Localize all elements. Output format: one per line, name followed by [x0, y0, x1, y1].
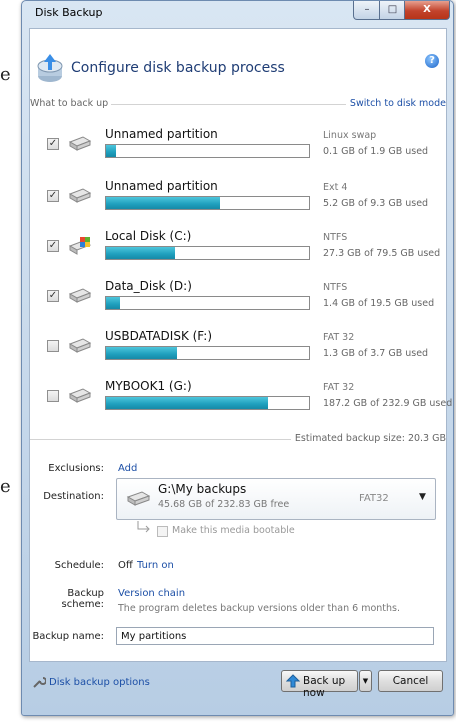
maximize-button[interactable]: □ [379, 1, 406, 20]
partition-usage-bar [105, 346, 310, 360]
hard-drive-icon [68, 188, 92, 203]
estimated-backup-size: Estimated backup size: 20.3 GB [290, 433, 446, 444]
partition-checkbox[interactable] [47, 390, 59, 402]
hard-drive-icon [68, 388, 92, 403]
partition-usage-bar [105, 396, 310, 410]
dropdown-arrow-icon[interactable]: ▼ [419, 492, 426, 502]
partition-used-space: 0.1 GB of 1.9 GB used [323, 146, 429, 157]
backup-name-input[interactable]: My partitions [116, 627, 434, 645]
partition-row[interactable]: USBDATADISK (F:) FAT 32 1.3 GB of 3.7 GB u… [30, 329, 446, 375]
hard-drive-icon [68, 338, 92, 353]
estimated-size-label: Estimated backup size: [294, 433, 405, 444]
close-button[interactable]: X [404, 1, 450, 20]
back-up-now-label: Back up now [303, 675, 346, 699]
back-up-now-button[interactable]: Back up now [281, 670, 358, 699]
wrench-icon [33, 677, 46, 688]
partition-name: Unnamed partition [105, 127, 218, 141]
window-title: Disk Backup [35, 6, 103, 19]
disk-backup-options-link[interactable]: Disk backup options [49, 677, 150, 688]
page-title: Configure disk backup process [71, 60, 285, 76]
partition-row[interactable]: MYBOOK1 (G:) FAT 32 187.2 GB of 232.9 GB u… [30, 379, 452, 425]
partition-usage-bar [105, 246, 310, 260]
partition-name: USBDATADISK (F:) [105, 329, 213, 343]
partition-filesystem: Ext 4 [323, 182, 348, 193]
exclusions-label: Exclusions: [48, 463, 104, 474]
partition-row[interactable]: ✓ Data_Disk (D:) NTFS 1.4 GB of 19.5 GB use… [30, 279, 446, 325]
partition-filesystem: FAT 32 [323, 332, 355, 343]
partition-usage-bar [105, 144, 310, 158]
partition-row[interactable]: ✓ Unnamed partition Linux swap 0.1 GB of 1.… [30, 127, 446, 173]
destination-free-space: 45.68 GB of 232.83 GB free [158, 499, 290, 510]
partition-checkbox[interactable]: ✓ [47, 190, 59, 202]
partition-name: Local Disk (C:) [105, 229, 192, 243]
hard-drive-icon [126, 491, 151, 506]
partition-used-space: 1.4 GB of 19.5 GB used [323, 298, 435, 309]
minimize-button[interactable]: – [353, 1, 381, 20]
indent-arrow-icon [137, 521, 150, 533]
partition-usage-fill [106, 247, 175, 259]
destination-path: G:\My backups [158, 482, 247, 496]
schedule-status: Off [118, 560, 133, 571]
estimated-size-value: 20.3 GB [407, 433, 446, 444]
partition-usage-fill [106, 297, 120, 309]
partition-checkbox[interactable]: ✓ [47, 290, 59, 302]
partition-name: MYBOOK1 (G:) [105, 379, 192, 393]
footer: Disk backup options Back up now ▼ Cancel [29, 661, 445, 709]
version-chain-link[interactable]: Version chain [118, 588, 185, 599]
bootable-checkbox[interactable] [157, 526, 168, 537]
add-exclusions-link[interactable]: Add [118, 463, 137, 474]
backup-name-label: Backup name: [32, 631, 104, 642]
partition-usage-fill [106, 347, 177, 359]
windows-drive-icon [68, 237, 92, 255]
partition-row[interactable]: ✓ Unnamed partition Ext 4 5.2 GB of 9.3 GB … [30, 179, 446, 225]
partition-filesystem: FAT 32 [323, 382, 355, 393]
title-bar: Disk Backup – □ X [22, 1, 453, 23]
background-text-fragment: e [0, 476, 11, 497]
partition-filesystem: Linux swap [323, 130, 377, 141]
partition-usage-fill [106, 145, 116, 157]
partition-usage-bar [105, 296, 310, 310]
what-to-back-up-label: What to back up [30, 98, 112, 109]
cancel-label: Cancel [392, 675, 429, 687]
dialog-content: Configure disk backup process ? What to … [29, 28, 452, 662]
bootable-label: Make this media bootable [172, 525, 295, 536]
partition-checkbox[interactable] [47, 340, 59, 352]
partition-filesystem: NTFS [323, 282, 348, 293]
partition-filesystem: NTFS [323, 232, 348, 243]
backup-scheme-note: The program deletes backup versions olde… [118, 603, 401, 614]
destination-select[interactable]: G:\My backups 45.68 GB of 232.83 GB free… [116, 478, 436, 520]
background-text-fragment: e [0, 64, 11, 85]
disk-backup-window: Disk Backup – □ X Configure disk backup … [21, 0, 454, 716]
schedule-label: Schedule: [54, 560, 104, 571]
turn-on-schedule-link[interactable]: Turn on [137, 560, 174, 571]
destination-filesystem: FAT32 [359, 493, 389, 504]
partition-checkbox[interactable]: ✓ [47, 138, 59, 150]
partition-row[interactable]: ✓ Local Disk (C:) NTFS 27.3 GB of 79.5 GB u… [30, 229, 446, 275]
partition-checkbox[interactable]: ✓ [47, 240, 59, 252]
partition-used-space: 27.3 GB of 79.5 GB used [323, 248, 441, 259]
backup-scheme-label: Backup scheme: [61, 588, 104, 610]
partition-usage-fill [106, 197, 220, 209]
partition-usage-bar [105, 196, 310, 210]
hard-drive-icon [68, 288, 92, 303]
partition-name: Data_Disk (D:) [105, 279, 192, 293]
partition-usage-fill [106, 397, 268, 409]
partition-used-space: 5.2 GB of 9.3 GB used [323, 198, 429, 209]
partition-name: Unnamed partition [105, 179, 218, 193]
partition-used-space: 187.2 GB of 232.9 GB used [323, 398, 453, 409]
backup-options-dropdown-button[interactable]: ▼ [359, 670, 372, 692]
switch-to-disk-mode-link[interactable]: Switch to disk mode [345, 98, 446, 109]
help-icon[interactable]: ? [425, 54, 439, 68]
partition-used-space: 1.3 GB of 3.7 GB used [323, 348, 429, 359]
upload-arrow-icon [286, 674, 300, 688]
cancel-button[interactable]: Cancel [378, 670, 443, 692]
disk-backup-icon [37, 54, 63, 82]
hard-drive-icon [68, 136, 92, 151]
destination-label: Destination: [43, 491, 104, 502]
